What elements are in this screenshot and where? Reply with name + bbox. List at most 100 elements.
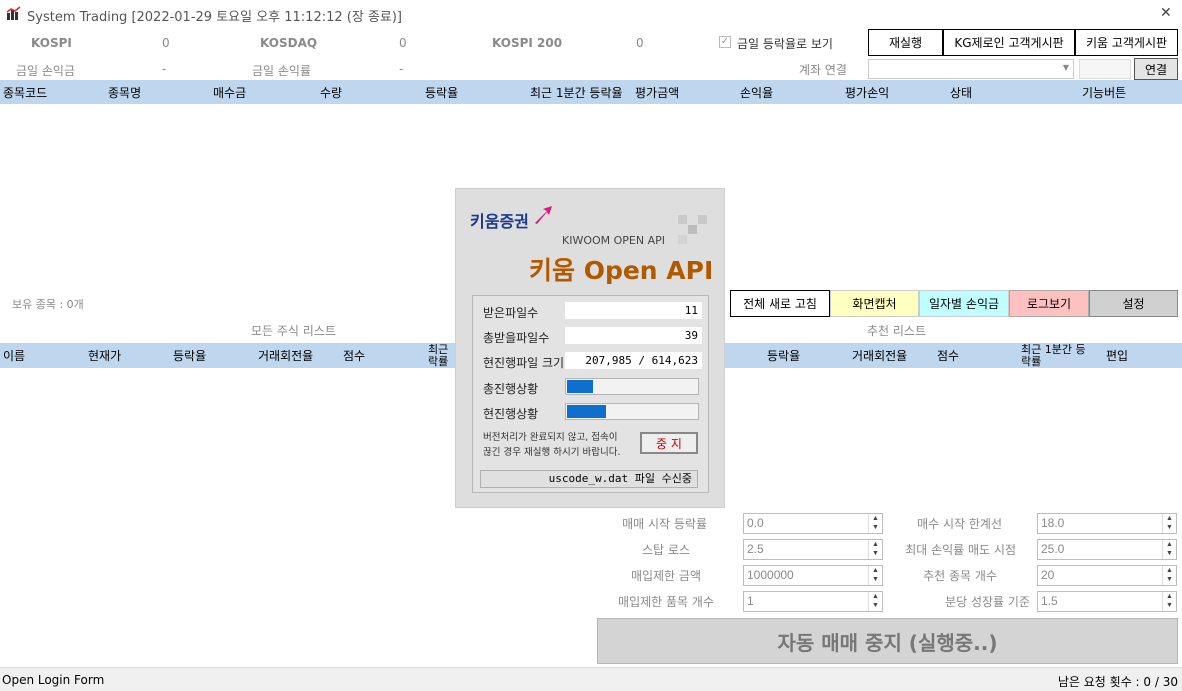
stop-loss-input[interactable]: 2.5 ▲ ▼: [743, 539, 883, 560]
col-score: 점수: [343, 349, 366, 363]
buy-limit-amount-value: 1000000: [747, 568, 794, 582]
today-plr-label: 금일 손익률: [252, 64, 312, 78]
col-current-price: 현재가: [88, 349, 122, 363]
current-progress-fill: [567, 405, 606, 418]
max-pl-sell-label: 최대 손익률 매도 시점: [905, 543, 1016, 557]
total-progress-fill: [567, 380, 593, 393]
checker-decoration-icon: [678, 215, 707, 244]
current-progress-label: 현진행상황: [483, 407, 539, 421]
holdings-count: 보유 종목 : 0개: [12, 298, 84, 311]
minute-growth-label: 분당 성장률 기준: [945, 595, 1030, 609]
stop-button[interactable]: 중 지: [640, 432, 698, 454]
buy-start-limit-input[interactable]: 18.0 ▲ ▼: [1037, 513, 1177, 534]
api-en-title: KIWOOM OPEN API: [562, 234, 666, 247]
auto-trade-stop-button[interactable]: 자동 매매 중지 (실행중..): [597, 618, 1178, 664]
col-code: 종목코드: [3, 85, 48, 100]
status-right: 남은 요청 횟수 : 0 / 30: [1057, 675, 1178, 689]
today-change-label: 금일 등락율로 보기: [737, 37, 833, 51]
all-stocks-title: 모든 주식 리스트: [251, 324, 336, 338]
rerun-button[interactable]: 재실행: [868, 29, 943, 56]
col-rec-score: 점수: [937, 349, 960, 363]
col-eval-amount: 평가금액: [635, 85, 680, 100]
col-turnover: 거래회전율: [258, 349, 314, 363]
kospi-value: 0: [162, 36, 170, 50]
close-icon[interactable]: ✕: [1160, 5, 1172, 21]
chevron-down-icon: ▼: [1062, 63, 1069, 72]
kospi-label: KOSPI: [31, 36, 72, 50]
refresh-all-button[interactable]: 전체 새로 고침: [730, 290, 830, 317]
buy-start-limit-label: 매수 시작 한계선: [917, 517, 1002, 531]
connect-button[interactable]: 연결: [1134, 58, 1178, 80]
daily-pl-button[interactable]: 일자별 손익금: [919, 290, 1009, 317]
recommend-count-value: 20: [1041, 568, 1055, 582]
spin-arrows-icon[interactable]: ▲ ▼: [1162, 540, 1176, 559]
col-buy-amount: 매수금: [213, 85, 247, 100]
buy-start-rate-value: 0.0: [747, 516, 764, 530]
spin-arrows-icon[interactable]: ▲ ▼: [1162, 592, 1176, 611]
progress-panel: 받은파일수 11 총받을파일수 39 현진행파일 크기 207,985 / 61…: [472, 295, 709, 493]
brand-logo: 키움증권: [470, 212, 529, 231]
total-value: 39: [565, 327, 702, 344]
col-rec-1min: 최근 1분간 등 락률: [1021, 343, 1086, 368]
api-ko-title: 키움 Open API: [529, 256, 714, 285]
capture-button[interactable]: 화면캡처: [830, 290, 919, 317]
minute-growth-value: 1.5: [1041, 594, 1058, 608]
received-value: 11: [565, 302, 702, 319]
col-1min-change: 최근 1분간 등락율: [530, 85, 623, 100]
spin-arrows-icon[interactable]: ▲ ▼: [1162, 566, 1176, 585]
kosdaq-label: KOSDAQ: [260, 36, 318, 50]
buy-limit-items-value: 1: [747, 594, 754, 608]
col-qty: 수량: [320, 85, 343, 100]
today-plr-value: -: [399, 62, 404, 76]
log-button[interactable]: 로그보기: [1009, 290, 1089, 317]
col-stock-change: 등락율: [173, 349, 207, 363]
file-status: uscode_w.dat 파일 수신중: [480, 470, 698, 488]
total-progress-bar: [565, 378, 699, 395]
minute-growth-input[interactable]: 1.5 ▲ ▼: [1037, 591, 1177, 612]
buy-start-rate-label: 매매 시작 등락률: [622, 517, 707, 531]
spin-arrows-icon[interactable]: ▲ ▼: [1162, 514, 1176, 533]
col-pl-rate: 손익율: [740, 85, 774, 100]
col-stock-name: 이름: [3, 349, 26, 363]
current-progress-bar: [565, 403, 699, 420]
settings-button[interactable]: 설정: [1089, 290, 1178, 317]
col-status: 상태: [950, 85, 973, 100]
today-change-checkbox[interactable]: ✓: [719, 36, 731, 48]
stop-loss-value: 2.5: [747, 542, 764, 556]
buy-limit-items-input[interactable]: 1 ▲ ▼: [743, 591, 883, 612]
title-bar: System Trading [2022-01-29 토요일 오후 11:12:…: [0, 0, 1182, 28]
account-label: 계좌 연결: [799, 63, 847, 77]
holdings-header: 종목코드 종목명 매수금 수량 등락율 최근 1분간 등락율 평가금액 손익율 …: [0, 80, 1182, 104]
app-chart-icon: [6, 6, 21, 20]
account-select[interactable]: ▼: [868, 59, 1074, 79]
col-rec-change: 등락율: [767, 349, 801, 363]
arrow-logo-icon: [535, 206, 552, 224]
status-bar: Open Login Form 남은 요청 횟수 : 0 / 30: [0, 667, 1182, 691]
size-label: 현진행파일 크기: [483, 356, 565, 370]
recommend-title: 추천 리스트: [867, 324, 927, 338]
today-pl-value: -: [162, 62, 167, 76]
col-actions: 기능버튼: [1082, 85, 1127, 100]
recommend-count-input[interactable]: 20 ▲ ▼: [1037, 565, 1177, 586]
kosdaq-value: 0: [399, 36, 407, 50]
recommend-count-label: 추천 종목 개수: [923, 569, 997, 583]
account-password[interactable]: [1079, 59, 1131, 79]
col-name: 종목명: [108, 85, 142, 100]
window-title: System Trading [2022-01-29 토요일 오후 11:12:…: [27, 10, 403, 25]
buy-start-limit-value: 18.0: [1041, 516, 1065, 530]
max-pl-sell-input[interactable]: 25.0 ▲ ▼: [1037, 539, 1177, 560]
open-api-dialog: 키움증권 KIWOOM OPEN API 키움 Open API 받은파일수 1…: [455, 188, 725, 508]
today-pl-label: 금일 손익금: [16, 64, 76, 78]
status-left: Open Login Form: [2, 673, 105, 687]
buy-limit-amount-label: 매입제한 금액: [630, 569, 701, 583]
total-progress-label: 총진행상황: [483, 382, 539, 396]
col-rec-include: 편입: [1106, 349, 1129, 363]
total-label: 총받을파일수: [483, 331, 550, 345]
reconnect-notice: 버전처리가 완료되지 않고, 접속이 끊긴 경우 재실행 하시기 바랍니다.: [483, 432, 621, 458]
col-rec-turnover: 거래회전율: [852, 349, 908, 363]
kiwoom-board-button[interactable]: 키움 고객게시판: [1075, 29, 1178, 56]
kg-board-button[interactable]: KG제로인 고객게시판: [943, 29, 1075, 56]
kospi200-value: 0: [636, 36, 644, 50]
stop-loss-label: 스탑 로스: [642, 543, 690, 557]
max-pl-sell-value: 25.0: [1041, 542, 1065, 556]
